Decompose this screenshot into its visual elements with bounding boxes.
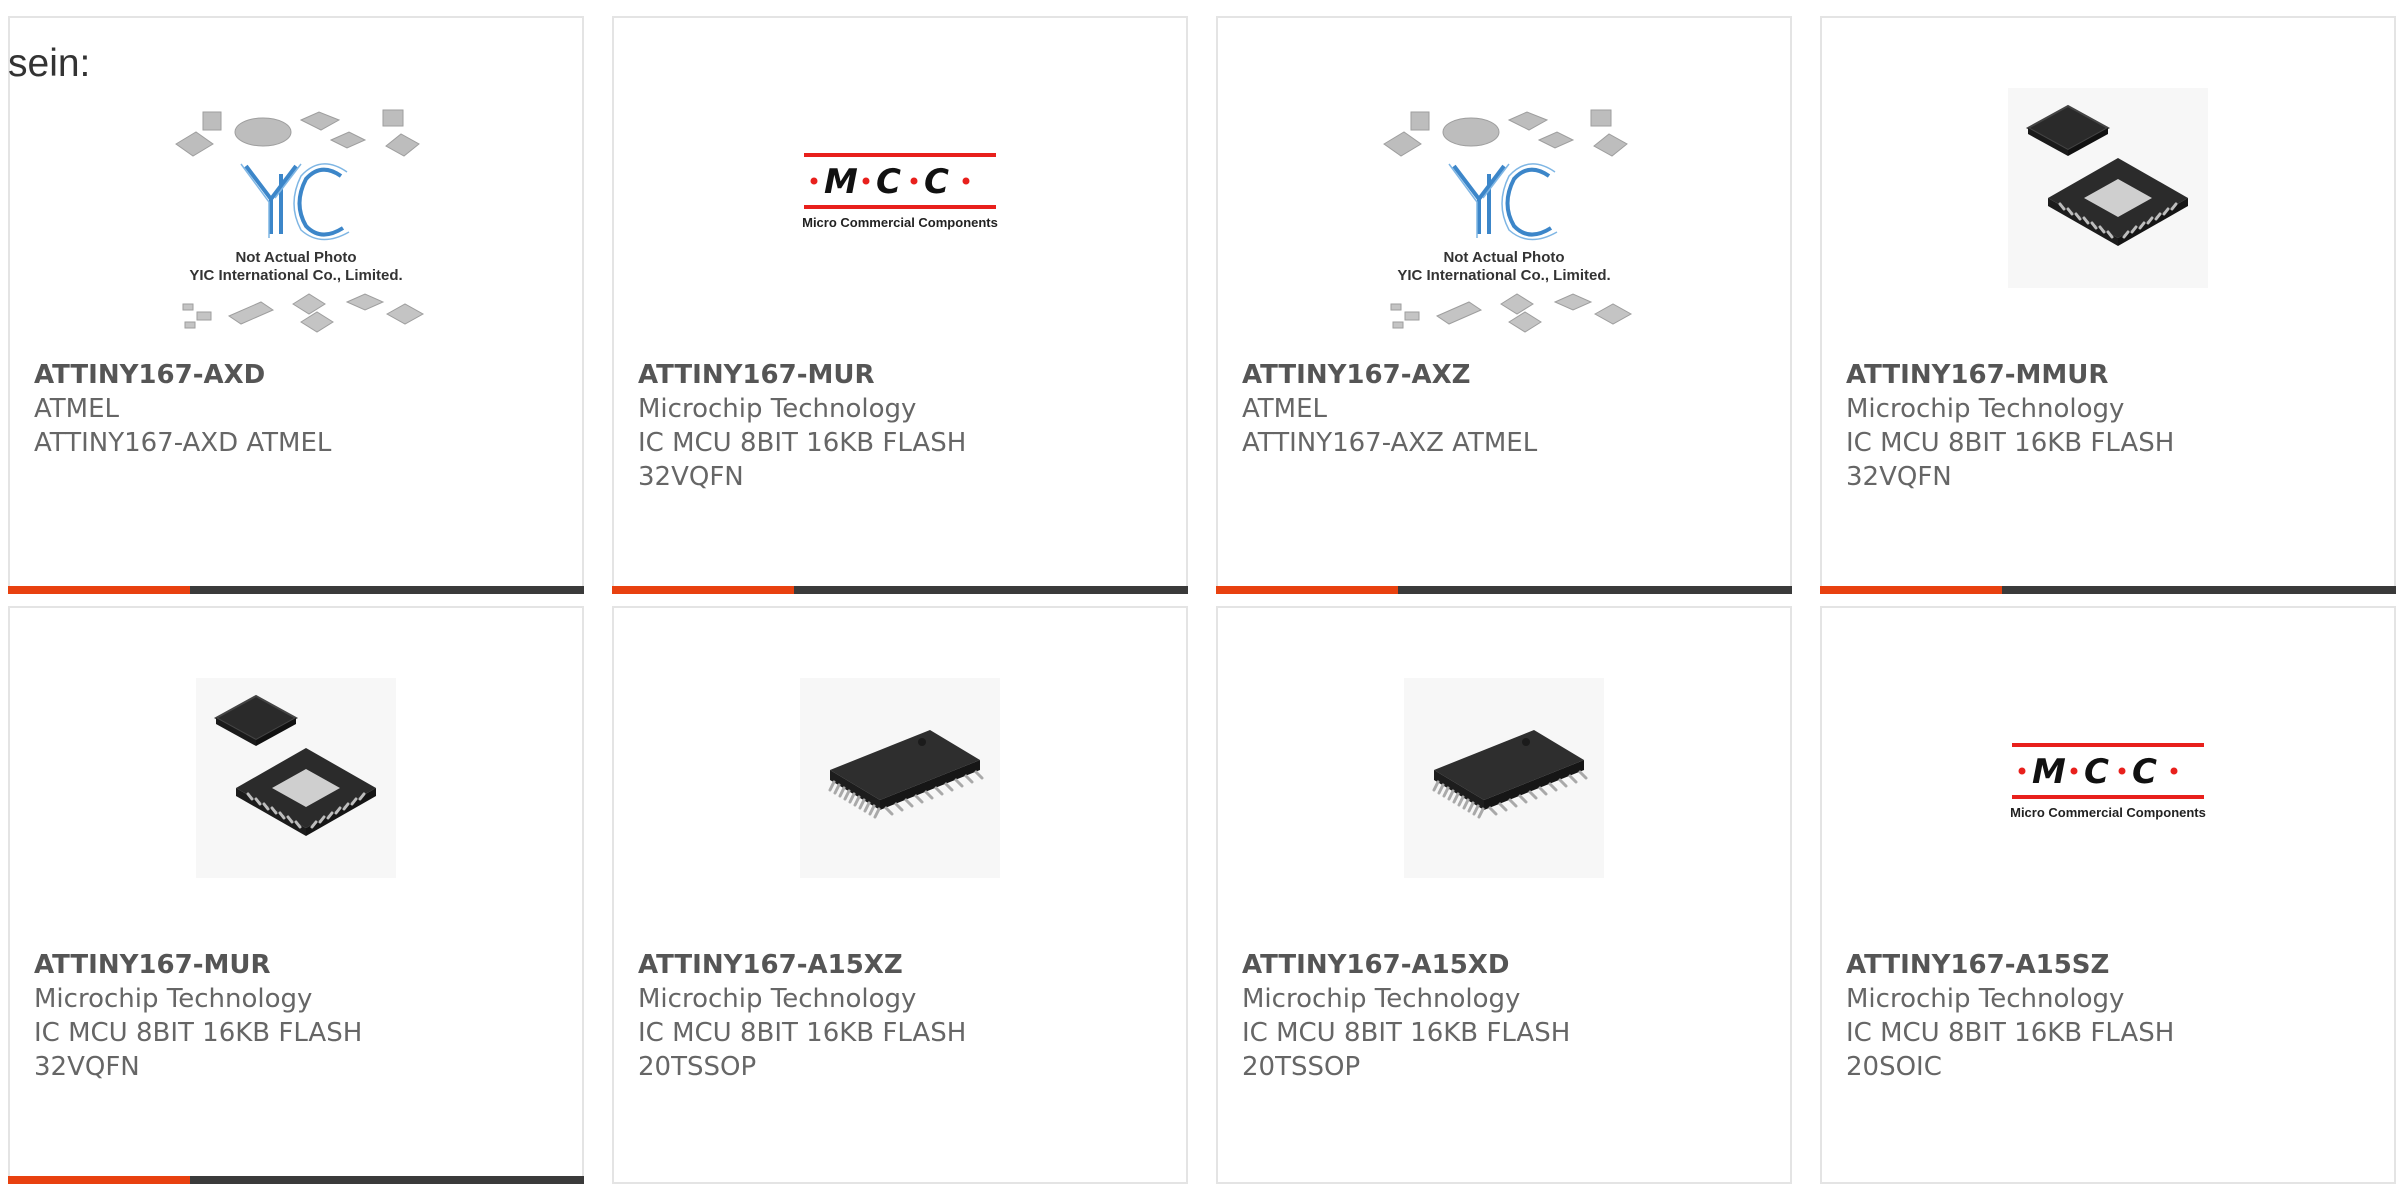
qfn-chip-image: [196, 678, 396, 878]
part-number[interactable]: ATTINY167-A15SZ: [1846, 948, 2378, 982]
tssop-chip-image: [800, 678, 1000, 878]
yic-caption-1: Not Actual Photo: [235, 249, 356, 266]
product-image[interactable]: [1822, 18, 2394, 358]
product-card[interactable]: ATTINY167-MMUR Microchip Technology IC M…: [1820, 16, 2396, 594]
yic-logo-c: [297, 167, 345, 237]
product-image[interactable]: M C C Micro Commercial Components: [614, 18, 1186, 358]
card-accent-bar: [8, 586, 190, 594]
manufacturer: ATMEL: [1242, 394, 1327, 424]
yic-caption-2: YIC International Co., Limited.: [1397, 267, 1610, 284]
yic-logo-y: [244, 164, 298, 234]
product-image[interactable]: [614, 608, 1186, 948]
lead-text: sein:: [8, 42, 91, 85]
svg-text:C: C: [876, 162, 901, 202]
mcc-logo-image: M C C Micro Commercial Components: [2010, 743, 2206, 820]
product-card[interactable]: ATTINY167-A15XZ Microchip Technology IC …: [612, 606, 1188, 1184]
card-bottom-bar: [8, 1176, 584, 1184]
mcc-logo-image: M C C Micro Commercial Components: [802, 153, 998, 230]
product-card[interactable]: ATTINY167-A15XD Microchip Technology IC …: [1216, 606, 1792, 1184]
yic-caption-2: YIC International Co., Limited.: [189, 267, 402, 284]
mcc-tagline: Micro Commercial Components: [802, 215, 998, 230]
description-line: IC MCU 8BIT 16KB FLASH: [1846, 428, 2175, 458]
part-number[interactable]: ATTINY167-A15XZ: [638, 948, 1170, 982]
description-line: 32VQFN: [1846, 462, 1952, 492]
part-number[interactable]: ATTINY167-AXD: [34, 358, 566, 392]
description-line: 20TSSOP: [638, 1052, 757, 1082]
yic-placeholder-image: Not Actual Photo YIC International Co., …: [1383, 109, 1633, 333]
product-image[interactable]: [1218, 608, 1790, 948]
card-bottom-bar: [1820, 586, 2396, 594]
product-card[interactable]: ATTINY167-MUR Microchip Technology IC MC…: [8, 606, 584, 1184]
description-line: 32VQFN: [34, 1052, 140, 1082]
description-line: 20SOIC: [1846, 1052, 1942, 1082]
product-image[interactable]: [10, 608, 582, 948]
description-line: IC MCU 8BIT 16KB FLASH: [1846, 1018, 2175, 1048]
card-accent-bar: [8, 1176, 190, 1184]
svg-text:M: M: [824, 162, 858, 202]
yic-caption-1: Not Actual Photo: [1443, 249, 1564, 266]
description-line: IC MCU 8BIT 16KB FLASH: [34, 1018, 363, 1048]
manufacturer: Microchip Technology: [638, 984, 917, 1014]
svg-text:C: C: [924, 162, 949, 202]
product-card[interactable]: Not Actual Photo YIC International Co., …: [8, 16, 584, 594]
manufacturer: Microchip Technology: [638, 394, 917, 424]
svg-text:M: M: [2032, 752, 2066, 792]
description-line: ATTINY167-AXZ ATMEL: [1242, 428, 1538, 458]
tssop-chip-image: [1404, 678, 1604, 878]
part-number[interactable]: ATTINY167-MMUR: [1846, 358, 2378, 392]
qfn-chip-image: [2008, 88, 2208, 288]
product-card[interactable]: M C C Micro Commercial Components ATTINY…: [612, 16, 1188, 594]
part-number[interactable]: ATTINY167-AXZ: [1242, 358, 1774, 392]
part-number[interactable]: ATTINY167-MUR: [638, 358, 1170, 392]
description-line: ATTINY167-AXD ATMEL: [34, 428, 332, 458]
card-accent-bar: [1216, 586, 1398, 594]
yic-placeholder-image: Not Actual Photo YIC International Co., …: [175, 109, 425, 333]
product-image[interactable]: M C C Micro Commercial Components: [1822, 608, 2394, 948]
mcc-tagline: Micro Commercial Components: [2010, 805, 2206, 820]
manufacturer: ATMEL: [34, 394, 119, 424]
product-card[interactable]: Not Actual Photo YIC International Co., …: [1216, 16, 1792, 594]
product-card[interactable]: M C C Micro Commercial Components ATTINY…: [1820, 606, 2396, 1184]
card-bottom-bar: [1216, 586, 1792, 594]
svg-text:C: C: [2132, 752, 2157, 792]
product-image[interactable]: Not Actual Photo YIC International Co., …: [1218, 18, 1790, 358]
description-line: 20TSSOP: [1242, 1052, 1361, 1082]
part-number[interactable]: ATTINY167-MUR: [34, 948, 566, 982]
card-accent-bar: [612, 586, 794, 594]
manufacturer: Microchip Technology: [34, 984, 313, 1014]
manufacturer: Microchip Technology: [1846, 984, 2125, 1014]
product-image[interactable]: Not Actual Photo YIC International Co., …: [10, 18, 582, 358]
card-bottom-bar: [8, 586, 584, 594]
description-line: IC MCU 8BIT 16KB FLASH: [638, 428, 967, 458]
manufacturer: Microchip Technology: [1846, 394, 2125, 424]
description-line: IC MCU 8BIT 16KB FLASH: [1242, 1018, 1571, 1048]
part-number[interactable]: ATTINY167-A15XD: [1242, 948, 1774, 982]
manufacturer: Microchip Technology: [1242, 984, 1521, 1014]
description-line: 32VQFN: [638, 462, 744, 492]
card-bottom-bar: [612, 586, 1188, 594]
card-accent-bar: [1820, 586, 2002, 594]
svg-text:C: C: [2084, 752, 2109, 792]
description-line: IC MCU 8BIT 16KB FLASH: [638, 1018, 967, 1048]
